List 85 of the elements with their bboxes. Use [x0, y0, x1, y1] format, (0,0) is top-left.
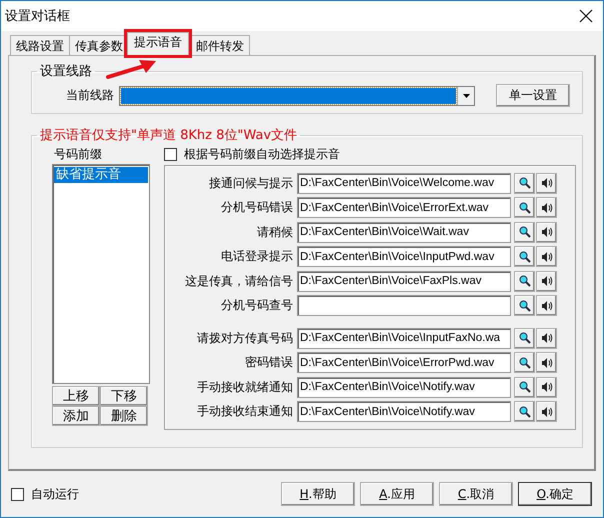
- browse-button[interactable]: [514, 172, 535, 194]
- magnifier-icon: [518, 177, 530, 190]
- browse-button[interactable]: [514, 376, 535, 398]
- prompt-label: 密码错误: [244, 354, 294, 372]
- tab[interactable]: 线路设置: [10, 35, 70, 55]
- play-button[interactable]: [536, 222, 557, 243]
- play-button[interactable]: [536, 172, 557, 194]
- file-path-field[interactable]: D:\FaxCenter\Bin\Voice\InputPwd.wav: [297, 246, 511, 268]
- play-button[interactable]: [536, 295, 557, 316]
- dialog-button[interactable]: O.确定: [518, 482, 592, 506]
- file-path-field[interactable]: D:\FaxCenter\Bin\Voice\Wait.wav: [297, 222, 511, 243]
- list-button[interactable]: 下移: [100, 386, 148, 406]
- browse-button[interactable]: [514, 401, 535, 422]
- list-button[interactable]: 删除: [100, 406, 148, 426]
- magnifier-icon: [518, 332, 530, 344]
- magnifier-icon: [518, 381, 530, 394]
- dialog-button[interactable]: A.应用: [360, 482, 434, 506]
- file-path-field[interactable]: D:\FaxCenter\Bin\Voice\ErrorPwd.wav: [297, 352, 511, 374]
- file-path-field[interactable]: D:\FaxCenter\Bin\Voice\FaxPls.wav: [297, 270, 511, 292]
- magnifier-icon: [518, 250, 530, 263]
- magnifier-icon: [518, 356, 530, 369]
- list-button[interactable]: 添加: [52, 406, 100, 426]
- browse-button[interactable]: [514, 197, 535, 218]
- speaker-icon: [540, 275, 552, 288]
- list-label: 号码前缀: [54, 146, 103, 163]
- play-button[interactable]: [536, 376, 557, 398]
- field-label: 当前线路: [65, 87, 114, 104]
- file-path-field[interactable]: D:\FaxCenter\Bin\Voice\ErrorExt.wav: [297, 197, 511, 218]
- play-button[interactable]: [536, 270, 557, 292]
- prompt-label: 手动接收结束通知: [196, 403, 294, 420]
- magnifier-icon: [518, 226, 530, 238]
- list-button[interactable]: 上移: [52, 386, 100, 406]
- speaker-icon: [540, 406, 552, 418]
- speaker-icon: [540, 226, 552, 238]
- magnifier-icon: [518, 275, 530, 288]
- browse-button[interactable]: [514, 352, 535, 374]
- prompt-label: 手动接收就绪通知: [196, 378, 294, 396]
- list-item[interactable]: 缺省提示音: [54, 167, 148, 183]
- speaker-icon: [540, 250, 552, 263]
- close-icon[interactable]: [579, 9, 593, 23]
- prompt-label: 分机号码错误: [220, 199, 294, 216]
- file-path-field[interactable]: [297, 295, 511, 316]
- tab[interactable]: 提示语音: [127, 32, 189, 55]
- file-path-field[interactable]: D:\FaxCenter\Bin\Voice\Notify.wav: [297, 376, 511, 398]
- speaker-icon: [540, 381, 552, 394]
- play-button[interactable]: [536, 328, 557, 349]
- dropdown-arrow-icon: [462, 94, 470, 98]
- magnifier-icon: [518, 406, 530, 418]
- group-title: 设置线路: [39, 63, 93, 80]
- line-dropdown[interactable]: [119, 86, 475, 106]
- file-path-field[interactable]: D:\FaxCenter\Bin\Voice\Welcome.wav: [297, 172, 511, 194]
- prompt-label: 接通问候与提示: [208, 174, 294, 192]
- play-button[interactable]: [536, 197, 557, 218]
- magnifier-icon: [518, 202, 530, 214]
- checkbox-label: 自动运行: [31, 486, 79, 502]
- browse-button[interactable]: [514, 270, 535, 292]
- file-path-field[interactable]: D:\FaxCenter\Bin\Voice\InputFaxNo.wa: [297, 328, 511, 349]
- prompt-label: 分机号码查号: [220, 297, 294, 314]
- prompt-label: 请拨对方传真号码: [196, 330, 294, 347]
- prompt-label: 请稍候: [256, 224, 294, 241]
- checkbox[interactable]: [164, 148, 177, 160]
- browse-button[interactable]: [514, 246, 535, 268]
- play-button[interactable]: [536, 401, 557, 422]
- tab[interactable]: 邮件转发: [190, 35, 250, 55]
- checkbox[interactable]: [11, 488, 24, 500]
- file-path-field[interactable]: D:\FaxCenter\Bin\Voice\Notify.wav: [297, 401, 511, 422]
- browse-button[interactable]: [514, 295, 535, 316]
- browse-button[interactable]: [514, 328, 535, 349]
- dialog-button[interactable]: H.帮助: [281, 482, 355, 506]
- browse-button[interactable]: [514, 222, 535, 243]
- play-button[interactable]: [536, 352, 557, 374]
- speaker-icon: [540, 177, 552, 190]
- speaker-icon: [540, 356, 552, 369]
- magnifier-icon: [518, 300, 530, 312]
- checkbox-label: 根据号码前缀自动选择提示音: [184, 146, 340, 162]
- prompt-label: 电话登录提示: [220, 248, 294, 266]
- group-title: 提示语音仅支持"单声道 8Khz 8位"Wav文件: [39, 127, 298, 144]
- play-button[interactable]: [536, 246, 557, 268]
- speaker-icon: [540, 332, 552, 344]
- dialog-button[interactable]: C.取消: [439, 482, 513, 506]
- single-setup-button[interactable]: 单一设置: [496, 84, 570, 107]
- speaker-icon: [540, 202, 552, 214]
- speaker-icon: [540, 300, 552, 312]
- window-title: 设置对话框: [5, 8, 70, 25]
- prompt-label: 这是传真，请给信号: [184, 272, 294, 290]
